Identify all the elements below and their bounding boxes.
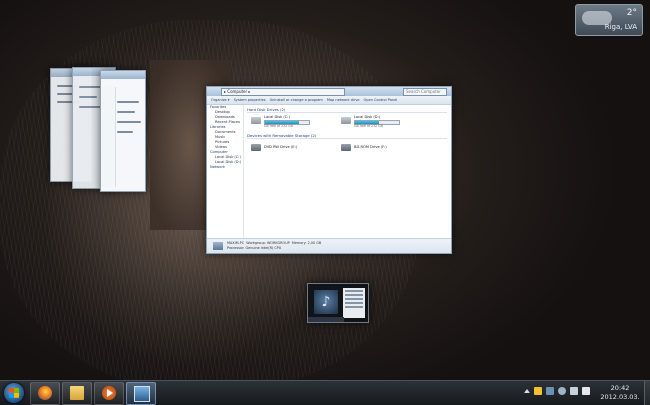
weather-location: Riga, LVA xyxy=(604,23,637,31)
computer-icon xyxy=(213,242,223,250)
details-text: MAXIM-PC Workgroup: WORKGROUP Memory: 2,… xyxy=(227,241,321,250)
stacked-window-3[interactable] xyxy=(100,70,146,192)
text-line xyxy=(117,101,139,103)
window-sidebar xyxy=(101,87,116,187)
playlist-panel xyxy=(343,288,365,318)
windows-logo-icon xyxy=(9,388,19,398)
drive-free-space: GB free of 232 GB xyxy=(354,124,383,128)
sync-icon[interactable] xyxy=(558,387,566,395)
toolbar-system-properties-button[interactable]: System properties xyxy=(234,98,266,102)
music-note-icon: ♪ xyxy=(314,290,338,314)
hard-drive-icon xyxy=(251,117,261,124)
show-desktop-button[interactable] xyxy=(644,381,650,405)
search-input[interactable]: Search Computer xyxy=(403,88,447,96)
folder-tray-icon[interactable] xyxy=(534,387,542,395)
text-line xyxy=(117,111,135,113)
explorer-toolbar: Organize ▾ System properties Uninstall o… xyxy=(207,96,451,105)
weather-temperature: 2° xyxy=(626,8,637,18)
explorer-window[interactable]: ▸ Computer ▸ Search Computer Organize ▾ … xyxy=(206,86,452,254)
monitor-icon xyxy=(134,386,150,402)
taskbar-clock[interactable]: 20:42 2012.03.03. xyxy=(598,384,642,402)
clock-date: 2012.03.03. xyxy=(600,393,640,401)
drive-c[interactable]: Local Disk (C:) GB free of 232 GB xyxy=(251,115,321,129)
details-computer-name: MAXIM-PC xyxy=(227,241,245,245)
text-line xyxy=(117,131,133,133)
nav-network[interactable]: Network xyxy=(207,165,243,170)
details-workgroup: Workgroup: WORKGROUP xyxy=(246,241,290,245)
taskbar-explorer[interactable] xyxy=(62,382,92,405)
text-line xyxy=(79,96,97,98)
taskbar: 20:42 2012.03.03. xyxy=(0,380,650,405)
taskbar-firefox[interactable] xyxy=(30,382,60,405)
details-processor: Processor: Genuine Intel(R) CPU xyxy=(227,245,282,250)
volume-icon[interactable] xyxy=(582,387,590,395)
network-icon[interactable] xyxy=(570,387,578,395)
text-line xyxy=(57,93,73,95)
address-bar[interactable]: ▸ Computer ▸ xyxy=(221,88,345,96)
toolbar-control-panel-button[interactable]: Open Control Panel xyxy=(364,98,398,102)
text-line xyxy=(117,121,141,123)
section-hard-disk-drives[interactable]: Hard Disk Drives (2) xyxy=(247,107,447,113)
window-titlebar xyxy=(101,71,145,79)
taskbar-media-player[interactable] xyxy=(94,382,124,405)
weather-gadget[interactable]: 2° Riga, LVA xyxy=(575,4,643,36)
system-tray xyxy=(524,387,590,395)
explorer-content: Hard Disk Drives (2) Local Disk (C:) GB … xyxy=(247,107,447,227)
playback-controls xyxy=(308,317,344,322)
toolbar-map-drive-button[interactable]: Map network drive xyxy=(327,98,360,102)
drive-free-space: GB free of 232 GB xyxy=(264,124,293,128)
toolbar-uninstall-button[interactable]: Uninstall or change a program xyxy=(270,98,323,102)
drive-name: BD-ROM Drive (F:) xyxy=(354,145,387,149)
explorer-folder-icon xyxy=(70,386,84,400)
drive-f[interactable]: BD-ROM Drive (F:) xyxy=(341,142,411,156)
drive-name: Local Disk (D:) xyxy=(354,115,381,119)
details-pane: MAXIM-PC Workgroup: WORKGROUP Memory: 2,… xyxy=(207,238,451,253)
firefox-icon xyxy=(38,386,52,400)
section-removable-storage[interactable]: Devices with Removable Storage (2) xyxy=(247,133,447,139)
show-hidden-icons-icon[interactable] xyxy=(524,389,530,393)
toolbar-organize-button[interactable]: Organize ▾ xyxy=(211,98,230,102)
drive-name: Local Disk (C:) xyxy=(264,115,290,119)
drive-name: DVD RW Drive (E:) xyxy=(264,145,298,149)
hard-drive-icon xyxy=(341,117,351,124)
drive-d[interactable]: Local Disk (D:) GB free of 232 GB xyxy=(341,115,411,129)
tray-app-icon[interactable] xyxy=(546,387,554,395)
navigation-pane: Favorites Desktop Downloads Recent Place… xyxy=(207,105,244,239)
clock-time: 20:42 xyxy=(610,384,630,392)
dvd-drive-icon xyxy=(251,144,261,151)
details-memory: Memory: 2,00 GB xyxy=(291,241,322,245)
media-player-icon xyxy=(102,386,116,400)
drive-e[interactable]: DVD RW Drive (E:) xyxy=(251,142,321,156)
start-button[interactable] xyxy=(4,383,24,403)
bd-drive-icon xyxy=(341,144,351,151)
taskbar-display[interactable] xyxy=(126,382,156,405)
explorer-titlebar: ▸ Computer ▸ Search Computer xyxy=(207,87,451,96)
media-player-window[interactable]: ♪ xyxy=(307,283,369,323)
